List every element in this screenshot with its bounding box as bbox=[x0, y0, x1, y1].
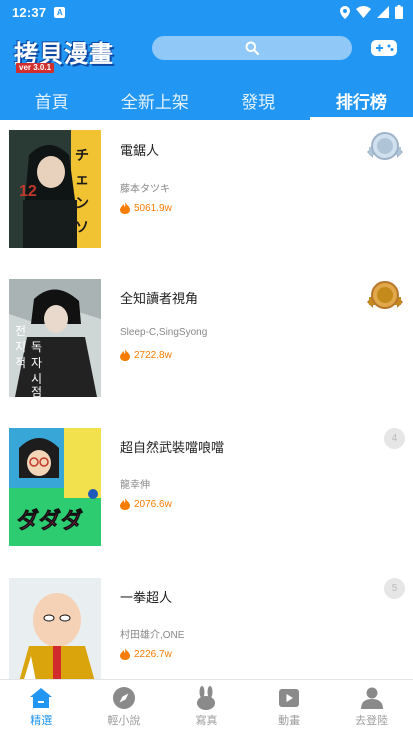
cover-image[interactable]: 12 チ ェ ン ソ bbox=[9, 130, 101, 248]
app-header: 拷貝漫畫 ver 3.0.1 首頁 全新上架 發現 排行榜 bbox=[0, 24, 413, 120]
svg-text:ダダダ: ダダダ bbox=[17, 508, 83, 534]
nav-light-novel[interactable]: 輕小說 bbox=[83, 680, 166, 734]
tab-label: 首頁 bbox=[34, 92, 69, 113]
fire-icon bbox=[120, 202, 130, 214]
view-count: 2076.6w bbox=[120, 498, 172, 510]
bottom-navigation: 精選 輕小說 寫真 動畫 去登陸 bbox=[0, 679, 413, 734]
comic-author: 藤本タツキ bbox=[120, 184, 170, 195]
nav-label: 寫真 bbox=[195, 714, 218, 727]
fire-icon bbox=[120, 498, 130, 510]
location-icon bbox=[340, 5, 350, 19]
view-count-value: 2226.7w bbox=[134, 648, 172, 660]
bronze-medal-icon bbox=[367, 281, 403, 309]
svg-text:자: 자 bbox=[31, 356, 42, 370]
tab-label: 全新上架 bbox=[120, 92, 189, 113]
svg-text:시: 시 bbox=[31, 372, 42, 386]
list-item[interactable]: 전 지 적 독 자 시 점 全知讀者視角 Sleep-C,SingSyong 2… bbox=[0, 270, 413, 410]
fire-icon bbox=[120, 349, 130, 361]
comic-title: 一拳超人 bbox=[120, 591, 173, 606]
svg-text:チ: チ bbox=[75, 148, 89, 164]
status-time: 12:37 bbox=[12, 4, 47, 20]
list-item[interactable]: 一拳超人 村田雄介,ONE 2226.7w 5 bbox=[0, 570, 413, 679]
view-count-value: 2722.8w bbox=[134, 349, 172, 361]
svg-text:적: 적 bbox=[15, 356, 26, 370]
tab-discover[interactable]: 發現 bbox=[207, 80, 310, 120]
a-notification-icon: A bbox=[54, 6, 66, 18]
bunny-icon bbox=[197, 686, 216, 710]
bronze-medal-badge bbox=[365, 278, 405, 314]
tab-label: 排行榜 bbox=[335, 92, 387, 113]
comic-author: 村田雄介,ONE bbox=[120, 630, 185, 641]
play-icon bbox=[279, 689, 300, 707]
compass-icon bbox=[112, 687, 135, 709]
tab-ranking[interactable]: 排行榜 bbox=[309, 80, 413, 120]
view-count-value: 2076.6w bbox=[134, 498, 172, 510]
cover-image[interactable]: 전 지 적 독 자 시 점 bbox=[9, 279, 101, 397]
svg-text:ソ: ソ bbox=[75, 220, 89, 236]
svg-text:독: 독 bbox=[31, 340, 42, 354]
gamepad-button[interactable] bbox=[371, 40, 397, 56]
svg-text:12: 12 bbox=[19, 183, 37, 200]
signal-icon bbox=[377, 6, 389, 18]
comic-author: 龍幸伸 bbox=[120, 480, 150, 491]
logo-version: ver 3.0.1 bbox=[16, 63, 55, 73]
nav-label: 精選 bbox=[30, 714, 53, 727]
nav-photos[interactable]: 寫真 bbox=[165, 680, 248, 734]
view-count-value: 5061.9w bbox=[134, 202, 172, 214]
list-item[interactable]: 12 チ ェ ン ソ 電鋸人 藤本タツキ 5061.9w bbox=[0, 120, 413, 260]
list-item[interactable]: ダダダ 超自然武裝噹哴噹 龍幸伸 2076.6w 4 bbox=[0, 420, 413, 560]
cover-image[interactable] bbox=[9, 578, 101, 679]
tab-new-release[interactable]: 全新上架 bbox=[103, 80, 206, 120]
tab-home[interactable]: 首頁 bbox=[0, 80, 103, 120]
view-count: 2722.8w bbox=[120, 349, 172, 361]
app-screen: { "status_bar": { "time": "12:37", "noti… bbox=[0, 0, 413, 734]
battery-icon bbox=[395, 5, 403, 19]
comic-title: 超自然武裝噹哴噹 bbox=[120, 441, 225, 456]
nav-label: 動畫 bbox=[278, 714, 301, 727]
svg-text:지: 지 bbox=[15, 340, 26, 354]
svg-text:ェ: ェ bbox=[75, 172, 89, 188]
nav-label: 去登陸 bbox=[355, 714, 389, 727]
svg-text:전: 전 bbox=[15, 324, 26, 338]
view-count: 5061.9w bbox=[120, 202, 172, 214]
search-icon bbox=[245, 41, 259, 55]
top-tabs: 首頁 全新上架 發現 排行榜 bbox=[0, 80, 413, 120]
user-icon bbox=[360, 687, 383, 709]
rank-number: 5 bbox=[384, 578, 405, 599]
nav-label: 輕小說 bbox=[107, 714, 141, 727]
app-logo[interactable]: 拷貝漫畫 ver 3.0.1 bbox=[14, 34, 130, 73]
nav-login[interactable]: 去登陸 bbox=[330, 680, 413, 734]
svg-text:점: 점 bbox=[31, 385, 42, 397]
silver-medal-icon bbox=[367, 132, 403, 160]
tab-label: 發現 bbox=[241, 92, 276, 113]
gamepad-icon bbox=[371, 40, 397, 56]
comic-title: 電鋸人 bbox=[120, 144, 160, 159]
wifi-icon bbox=[356, 6, 371, 18]
ranking-list[interactable]: 12 チ ェ ン ソ 電鋸人 藤本タツキ 5061.9w 전 지 적 독 자 시… bbox=[0, 120, 413, 679]
rank-number: 4 bbox=[384, 428, 405, 449]
view-count: 2226.7w bbox=[120, 648, 172, 660]
status-bar: 12:37 A bbox=[0, 0, 413, 24]
cover-image[interactable]: ダダダ bbox=[9, 428, 101, 546]
home-icon bbox=[30, 688, 53, 708]
silver-medal-badge bbox=[365, 130, 405, 166]
status-icons bbox=[340, 5, 403, 19]
fire-icon bbox=[120, 648, 130, 660]
search-bar[interactable] bbox=[152, 36, 352, 60]
svg-text:ン: ン bbox=[75, 196, 89, 212]
nav-featured[interactable]: 精選 bbox=[0, 680, 83, 734]
comic-title: 全知讀者視角 bbox=[120, 292, 199, 307]
nav-anime[interactable]: 動畫 bbox=[248, 680, 331, 734]
comic-author: Sleep-C,SingSyong bbox=[120, 327, 208, 338]
